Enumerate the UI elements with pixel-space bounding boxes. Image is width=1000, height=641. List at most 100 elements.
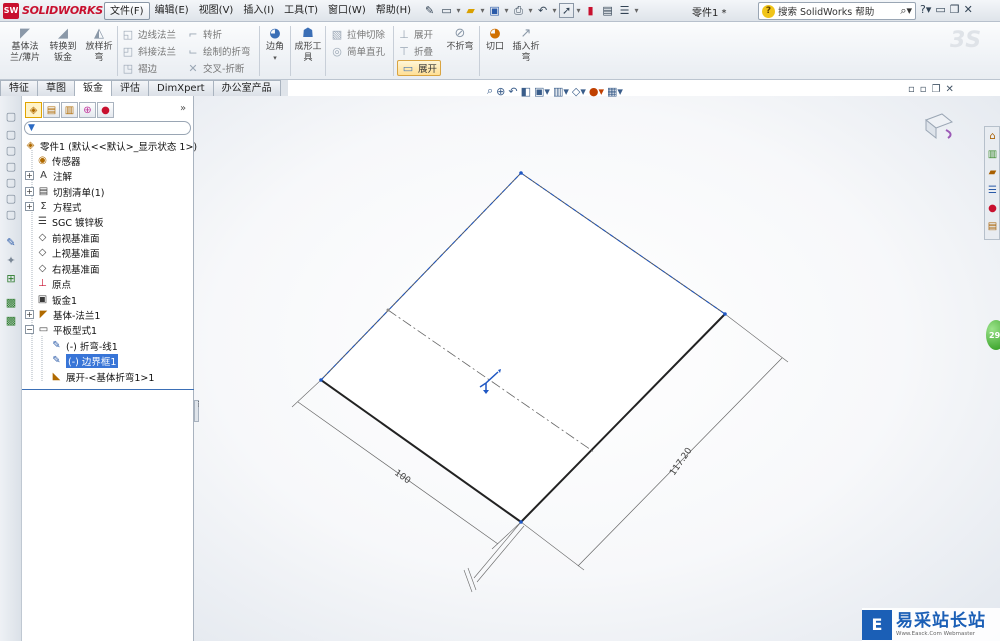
home-icon[interactable]: ⌂	[986, 129, 999, 143]
configuration-manager-tab-icon[interactable]: ▥	[61, 102, 78, 118]
vertex-point[interactable]	[519, 520, 523, 524]
tree-item-equations[interactable]: + Σ 方程式	[25, 199, 82, 214]
edit-appearance-icon[interactable]: ●▾	[589, 85, 604, 98]
extruded-cut-button[interactable]: ▧ 拉伸切除	[330, 26, 385, 42]
rollback-bar[interactable]	[22, 389, 194, 390]
dimension-height[interactable]: 117.20	[668, 446, 694, 478]
options-icon[interactable]: ☰	[617, 3, 632, 18]
cube-view-icon[interactable]: ▢	[4, 128, 18, 141]
file-properties-icon[interactable]: ▤	[600, 3, 615, 18]
flat-pattern-face[interactable]	[320, 172, 726, 523]
pin-icon[interactable]: ✎	[422, 3, 437, 18]
previous-view-icon[interactable]: ↶	[508, 85, 517, 98]
miter-flange-button[interactable]: ◰ 斜接法兰	[121, 43, 176, 59]
solidworks-logo[interactable]: SW SOLIDWORKS	[0, 0, 104, 22]
dropdown-arrow-icon[interactable]: ▾	[504, 6, 509, 15]
view-cube-icon[interactable]	[922, 110, 956, 140]
view-palette-icon[interactable]: ☰	[986, 183, 999, 197]
expand-chevron-icon[interactable]: »	[180, 103, 186, 114]
dropdown-arrow-icon[interactable]: ▾	[634, 6, 639, 15]
tree-item-material[interactable]: ☰ SGC 镀锌板	[36, 214, 104, 229]
notification-ball-icon[interactable]: 29	[986, 320, 1000, 350]
insert-bends-button[interactable]: ↗ 插入折弯	[510, 25, 542, 64]
menu-file[interactable]: 文件(F)	[104, 1, 150, 20]
tree-item-sensors[interactable]: ◉ 传感器	[36, 153, 80, 168]
tree-item-annotations[interactable]: + A 注解	[25, 168, 72, 183]
section-view-icon[interactable]: ◧	[521, 85, 531, 98]
tree-filter[interactable]: ▼	[24, 121, 191, 135]
graphics-area[interactable]: 100 117.20	[194, 96, 1000, 641]
menu-help[interactable]: 帮助(H)	[371, 2, 416, 20]
cube-view-icon[interactable]: ▢	[4, 176, 18, 189]
jog-button[interactable]: ⌐ 转折	[186, 26, 222, 42]
tree-item-top-plane[interactable]: ◇ 上视基准面	[36, 245, 100, 260]
tab-evaluate[interactable]: 评估	[111, 80, 149, 96]
dropdown-arrow-icon[interactable]: ▾	[528, 6, 533, 15]
vertex-point[interactable]	[519, 171, 523, 175]
appearances-icon[interactable]: ●	[986, 201, 999, 215]
dropdown-arrow-icon[interactable]: ▾	[273, 53, 277, 64]
tree-item-unfold[interactable]: ◣ 展开-<基体折弯1>1	[50, 369, 155, 384]
menu-view[interactable]: 视图(V)	[194, 2, 239, 20]
tree-item-cut-list[interactable]: + ▤ 切割清单(1)	[25, 184, 104, 199]
apply-scene-icon[interactable]: ▦▾	[607, 85, 623, 98]
help-icon[interactable]: ?▾	[920, 3, 931, 16]
simple-hole-button[interactable]: ◎ 简单直孔	[330, 43, 385, 59]
search-icon[interactable]: ⌕▾	[900, 4, 915, 18]
tree-item-flat-pattern[interactable]: − ▭ 平板型式1	[25, 322, 97, 337]
panel-splitter-handle[interactable]: ⋮	[194, 400, 202, 422]
fold-button[interactable]: ⊤ 折叠	[397, 43, 433, 59]
tree-item-bounding-box[interactable]: ✎ (-) 边界框1	[50, 353, 119, 368]
layer-icon[interactable]: ▩	[4, 314, 18, 327]
base-flange-button[interactable]: ◤ 基体法兰/薄片	[6, 25, 44, 64]
corners-button[interactable]: ◕ 边角 ▾	[262, 25, 288, 64]
print-icon[interactable]: ⎙	[511, 3, 526, 18]
zoom-to-area-icon[interactable]: ⊕	[496, 85, 505, 98]
undo-icon[interactable]: ↶	[535, 3, 550, 18]
view-close-icon[interactable]: ✕	[946, 84, 954, 95]
restore-icon[interactable]: ❐	[950, 3, 960, 16]
save-icon[interactable]: ▣	[487, 3, 502, 18]
cube-view-icon[interactable]: ▢	[4, 110, 18, 123]
tree-item-bend-lines[interactable]: ✎ (-) 折弯-线1	[50, 338, 118, 353]
menu-tools[interactable]: 工具(T)	[279, 2, 323, 20]
hem-button[interactable]: ◳ 褶边	[121, 60, 157, 76]
tab-features[interactable]: 特征	[0, 80, 38, 96]
tree-item-origin[interactable]: ⊥ 原点	[36, 276, 71, 291]
view-restore-icon[interactable]: ❐	[932, 84, 941, 95]
tab-sketch[interactable]: 草图	[37, 80, 75, 96]
tab-office-products[interactable]: 办公室产品	[212, 80, 281, 96]
minimize-icon[interactable]: ▭	[935, 3, 945, 16]
forming-tool-button[interactable]: ☗ 成形工具	[294, 25, 322, 64]
close-icon[interactable]: ✕	[964, 3, 973, 16]
display-style-icon[interactable]: ▥▾	[553, 85, 569, 98]
menu-edit[interactable]: 编辑(E)	[150, 2, 194, 20]
cross-break-button[interactable]: ✕ 交叉-折断	[186, 60, 244, 76]
traffic-light-icon[interactable]: ▮	[583, 3, 598, 18]
expand-icon[interactable]: +	[25, 310, 34, 319]
layer-icon[interactable]: ▩	[4, 296, 18, 309]
no-bends-button[interactable]: ⊘ 不折弯	[444, 25, 476, 53]
cube-view-icon[interactable]: ▢	[4, 192, 18, 205]
tree-item-right-plane[interactable]: ◇ 右视基准面	[36, 261, 100, 276]
tree-item-front-plane[interactable]: ◇ 前视基准面	[36, 230, 100, 245]
dimension-width[interactable]: 100	[392, 468, 412, 486]
dropdown-arrow-icon[interactable]: ▾	[480, 6, 485, 15]
hide-show-items-icon[interactable]: ◇▾	[572, 85, 586, 98]
resources-icon[interactable]: ▥	[986, 147, 999, 161]
tab-dimxpert[interactable]: DimXpert	[148, 80, 214, 96]
open-folder-icon[interactable]: ▰	[463, 3, 478, 18]
file-explorer-icon[interactable]: ▰	[986, 165, 999, 179]
dimxpert-manager-tab-icon[interactable]: ⊕	[79, 102, 96, 118]
unfold-button[interactable]: ⊥ 展开	[397, 26, 433, 42]
view-tile-icon[interactable]: ▫	[920, 84, 927, 95]
dropdown-arrow-icon[interactable]: ▾	[552, 6, 557, 15]
view-minimize-icon[interactable]: ▫	[908, 84, 915, 95]
smart-dimension-icon[interactable]: ✦	[4, 254, 18, 267]
help-search-box[interactable]: ? 搜索 SolidWorks 帮助 ⌕▾	[758, 2, 916, 20]
custom-properties-icon[interactable]: ▤	[986, 219, 999, 233]
rip-button[interactable]: ◕ 切口	[483, 25, 507, 53]
dropdown-arrow-icon[interactable]: ▾	[576, 6, 581, 15]
select-pointer-icon[interactable]: ➚	[559, 3, 575, 18]
expand-icon[interactable]: +	[25, 187, 34, 196]
